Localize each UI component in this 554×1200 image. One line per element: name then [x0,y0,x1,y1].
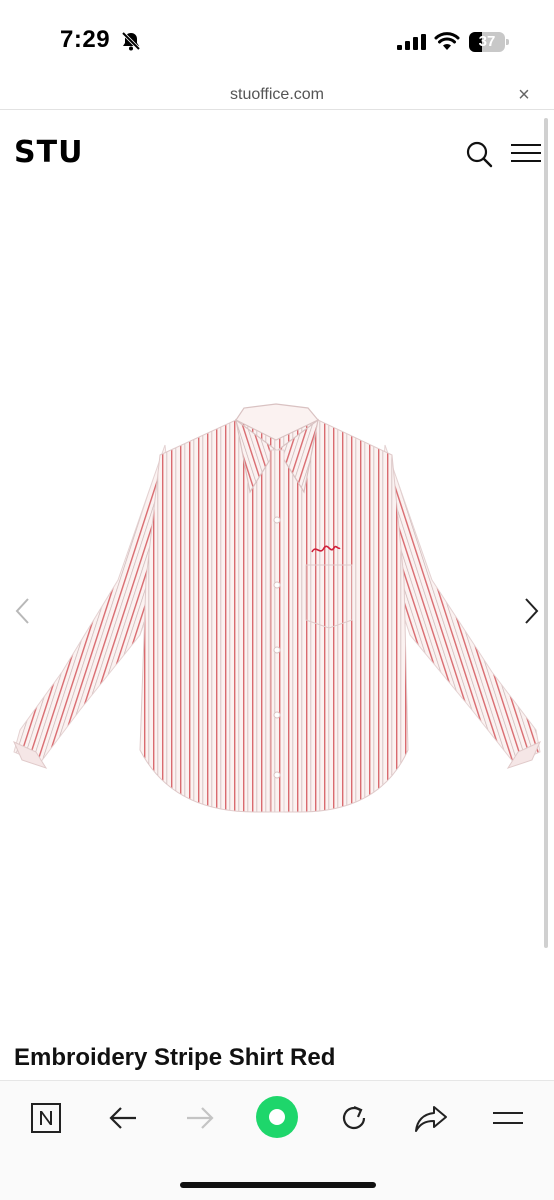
chevron-left-icon[interactable] [12,596,32,626]
hamburger-menu-icon[interactable] [509,142,541,164]
search-icon[interactable] [465,140,493,168]
status-time: 7:29 [60,26,111,53]
naver-logo-button[interactable] [26,1098,66,1138]
toolbar-menu-button[interactable] [488,1098,528,1138]
share-button[interactable] [411,1098,451,1138]
naver-logo-icon [31,1103,61,1133]
reload-button[interactable] [334,1098,374,1138]
battery-icon: 37 [469,32,509,52]
green-dot-icon [256,1096,298,1138]
close-icon[interactable]: × [514,85,534,106]
silent-bell-icon [121,31,141,51]
reload-icon [342,1105,366,1130]
chevron-right-icon[interactable] [522,596,542,626]
url-text[interactable]: stuoffice.com [0,86,554,104]
svg-text:STU: STU [14,135,80,168]
back-button[interactable] [103,1098,143,1138]
green-dot-button[interactable] [254,1094,300,1140]
share-arrow-icon [415,1106,447,1132]
status-bar: 7:29 37 [0,0,554,80]
address-bar[interactable]: stuoffice.com × [0,80,554,110]
site-header: STU [0,120,554,186]
back-arrow-icon [109,1107,136,1129]
wifi-icon [434,32,460,50]
forward-arrow-icon [187,1107,214,1129]
forward-button[interactable] [180,1098,220,1138]
cellular-signal-icon [397,34,426,50]
product-image[interactable] [0,380,554,830]
product-title: Embroidery Stripe Shirt Red [14,1044,336,1071]
home-indicator[interactable] [180,1182,376,1188]
stu-logo[interactable]: STU [14,134,80,168]
battery-level: 37 [478,33,496,50]
menu-icon [493,1112,523,1124]
